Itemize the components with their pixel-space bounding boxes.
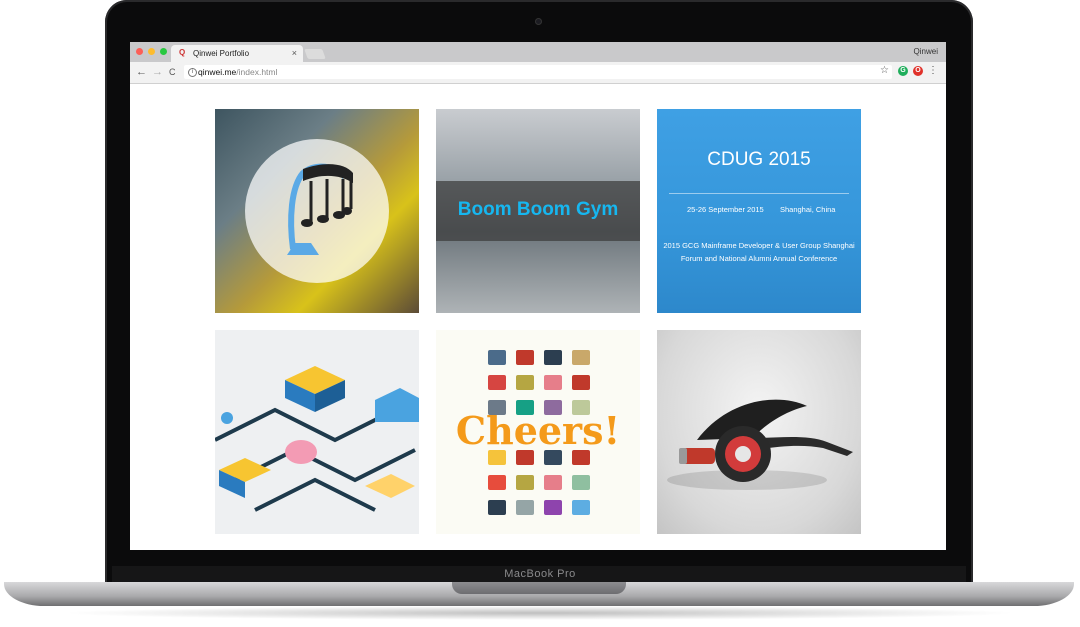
new-tab-button[interactable] <box>304 49 326 59</box>
close-window-button[interactable] <box>136 48 143 55</box>
extension-opera-icon[interactable]: O <box>913 66 923 76</box>
address-bar[interactable]: i qinwei.me/index.html <box>184 65 892 79</box>
tab-bar: Q Qinwei Portfolio × Qinwei <box>130 42 946 62</box>
window-controls <box>136 48 167 55</box>
tile-cdug-2015[interactable]: CDUG 2015 25-26 September 2015 Shanghai,… <box>657 109 861 313</box>
info-icon[interactable]: i <box>188 68 197 77</box>
laptop-notch <box>452 582 626 594</box>
portfolio-page: Boom Boom Gym CDUG 2015 25-26 September … <box>130 84 946 550</box>
tab-qinwei-portfolio[interactable]: Q Qinwei Portfolio × <box>171 45 303 62</box>
tab-close-icon[interactable]: × <box>292 48 297 58</box>
reload-icon[interactable]: C <box>169 67 176 77</box>
tile-cheers-mugs[interactable]: Cheers! <box>436 330 640 534</box>
cheers-title: Cheers! <box>455 408 621 453</box>
browser-window: Q Qinwei Portfolio × Qinwei ← → C i qinw… <box>130 42 946 550</box>
tile-boom-boom-gym[interactable]: Boom Boom Gym <box>436 109 640 313</box>
cdug-description: 2015 GCG Mainframe Developer & User Grou… <box>663 241 855 263</box>
cdug-place: Shanghai, China <box>780 205 836 214</box>
scooter-graphic <box>667 399 853 490</box>
cdug-divider <box>669 193 849 194</box>
tile-harp-music-project[interactable] <box>215 109 419 313</box>
favicon-icon: Q <box>179 48 186 57</box>
url-path: /index.html <box>236 67 278 77</box>
gym-title: Boom Boom Gym <box>457 199 619 220</box>
tab-title: Qinwei Portfolio <box>193 49 250 58</box>
harp-circle <box>245 139 389 283</box>
laptop-frame: MacBook Pro Q Qinwei Portfolio × Qinwei … <box>0 0 1080 627</box>
toolbar: ← → C i qinwei.me/index.html ☆ G O ⋮ <box>130 62 946 84</box>
tile-isometric-city-illustration[interactable] <box>215 330 419 534</box>
isometric-city-graphic <box>215 366 419 512</box>
tile-electric-scooter-render[interactable] <box>657 330 861 534</box>
bookmark-star-icon[interactable]: ☆ <box>880 65 889 76</box>
url-text: qinwei.me/index.html <box>198 65 277 79</box>
harp-music-icon <box>287 163 353 255</box>
back-icon[interactable]: ← <box>136 66 147 78</box>
laptop-shadow <box>60 606 1020 620</box>
forward-icon[interactable]: → <box>152 66 163 78</box>
profile-name[interactable]: Qinwei <box>914 47 938 56</box>
maximize-window-button[interactable] <box>160 48 167 55</box>
laptop-brand-label: MacBook Pro <box>504 568 576 580</box>
minimize-window-button[interactable] <box>148 48 155 55</box>
camera-icon <box>535 18 542 25</box>
extension-g-icon[interactable]: G <box>898 66 908 76</box>
menu-icon[interactable]: ⋮ <box>928 65 938 76</box>
cdug-date: 25-26 September 2015 <box>687 205 764 214</box>
url-host: qinwei.me <box>198 67 237 77</box>
cdug-title: CDUG 2015 <box>707 149 811 170</box>
